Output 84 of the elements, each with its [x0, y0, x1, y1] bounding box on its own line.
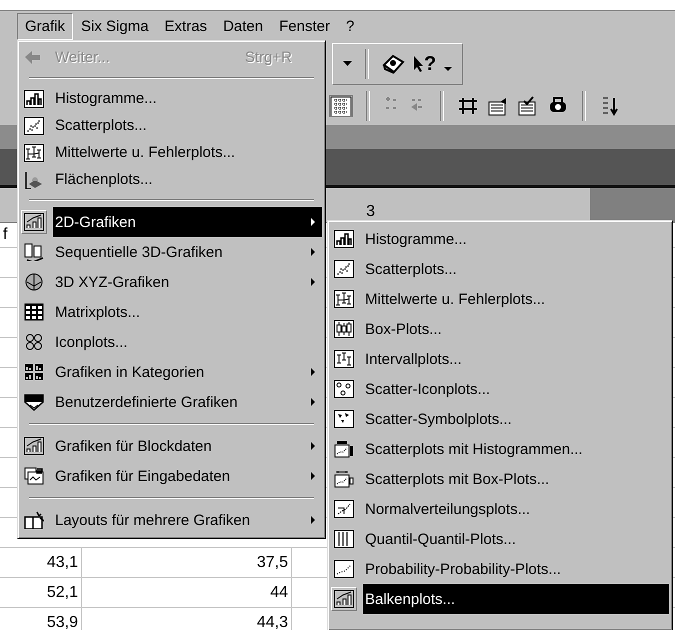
table-icon — [458, 96, 478, 116]
menu-item[interactable]: Mittelwerte u. Fehlerplots... — [331, 284, 669, 314]
bar-line-chart-icon — [24, 437, 44, 455]
table-cell: 37,5 — [82, 548, 292, 577]
menu-item[interactable]: Normalverteilungsplots... — [331, 494, 669, 524]
table-check-icon — [518, 96, 538, 116]
scatter-box-plot-icon — [334, 470, 354, 488]
menu-item[interactable]: Histogramme... — [331, 224, 669, 254]
quantile-plot-icon — [334, 530, 354, 548]
probability-plot-icon — [334, 560, 354, 578]
menu-item[interactable]: Histogramme... — [21, 85, 322, 112]
submenu-arrow-icon — [310, 278, 316, 286]
shield-icon — [24, 393, 44, 411]
table-cell: 53,9 — [0, 608, 82, 630]
table-edit-icon — [488, 96, 508, 116]
help-button[interactable]: ? — [413, 55, 436, 73]
menu-item[interactable]: Iconplots... — [21, 327, 322, 357]
menu-item[interactable]: Matrixplots... — [21, 297, 322, 327]
matrix-plot-icon — [24, 303, 44, 321]
menu-item[interactable]: Quantil-Quantil-Plots... — [331, 524, 669, 554]
menu-item[interactable]: Box-Plots... — [331, 314, 669, 344]
dropdown-arrow-icon — [343, 61, 353, 67]
menu-item[interactable]: Flächenplots... — [21, 166, 322, 193]
symbol-plot-icon — [334, 410, 354, 428]
menu-item[interactable]: 3D XYZ-Grafiken — [21, 267, 322, 297]
menu-bar-item[interactable]: Fenster — [271, 12, 338, 40]
column-header: 3 — [366, 202, 375, 222]
menu-item[interactable]: Scatterplots... — [21, 112, 322, 139]
bar-chart-icon — [24, 90, 44, 108]
table-cell: 44 — [82, 578, 292, 607]
bar-chart-icon — [334, 230, 354, 248]
layout-wand-icon — [24, 511, 44, 529]
menu-bar-item[interactable]: Six Sigma — [73, 12, 157, 40]
data-sheet-icon — [24, 467, 44, 485]
box-plot-icon — [334, 320, 354, 338]
error-bar-icon — [24, 144, 44, 162]
submenu-arrow-icon — [310, 218, 316, 226]
submenu-arrow-icon — [310, 442, 316, 450]
book-icon — [381, 53, 405, 75]
menu-item[interactable]: Grafiken für Blockdaten — [21, 431, 322, 461]
bar-line-chart-icon — [334, 590, 354, 608]
scatter-icon-plot-icon — [334, 380, 354, 398]
pointer-icon — [413, 55, 423, 73]
submenu-arrow-icon — [310, 248, 316, 256]
normal-probability-icon — [334, 500, 354, 518]
menu-item[interactable]: Benutzerdefinierte Grafiken — [21, 387, 322, 417]
interval-plot-icon — [334, 350, 354, 368]
menu-bar-item[interactable]: Extras — [156, 12, 216, 40]
table-cell: 52,1 — [0, 578, 82, 607]
category-grid-icon — [24, 363, 44, 381]
scatter-plot-icon — [24, 116, 44, 134]
scatter-histogram-icon — [334, 440, 354, 458]
menu-bar-item[interactable]: ? — [338, 12, 362, 40]
menu-item[interactable]: Scatterplots mit Histogrammen... — [331, 434, 669, 464]
dropdown-arrow-icon — [444, 66, 452, 72]
submenu-arrow-icon — [310, 516, 316, 524]
menu-item[interactable]: Intervallplots... — [331, 344, 669, 374]
menu-item[interactable]: Layouts für mehrere Grafiken — [21, 505, 322, 535]
menu-item[interactable]: Scatter-Symbolplots... — [331, 404, 669, 434]
table-cell: 43,1 — [0, 548, 82, 577]
grid-icon — [330, 96, 352, 116]
scatter-plot-icon — [334, 260, 354, 278]
menu-item[interactable]: Scatterplots mit Box-Plots... — [331, 464, 669, 494]
menu-item[interactable]: Scatterplots... — [331, 254, 669, 284]
submenu-arrow-icon — [310, 472, 316, 480]
surface-plot-icon — [24, 273, 44, 291]
icon-plot-icon — [24, 333, 44, 351]
3d-bars-icon — [24, 243, 44, 261]
sort-icon — [600, 96, 618, 116]
menu-item[interactable]: Probability-Probability-Plots... — [331, 554, 669, 584]
row-name: f — [3, 225, 8, 245]
table-cell: 44,3 — [82, 608, 292, 630]
submenu-arrow-icon — [310, 368, 316, 376]
menu-bar-item[interactable]: Grafik — [17, 12, 74, 40]
menu-item[interactable]: Mittelwerte u. Fehlerplots... — [21, 139, 322, 166]
menu-item[interactable]: Sequentielle 3D-Grafiken — [21, 237, 322, 267]
menu-item[interactable]: Scatter-Iconplots... — [331, 374, 669, 404]
menu-item[interactable]: Grafiken in Kategorien — [21, 357, 322, 387]
submenu-arrow-icon — [310, 398, 316, 406]
menu-bar-item[interactable]: Daten — [215, 12, 272, 40]
error-bar-icon — [334, 290, 354, 308]
area-plot-icon — [24, 170, 44, 188]
bar-line-chart-icon — [24, 213, 44, 231]
menu-item[interactable]: Grafiken für Eingabedaten — [21, 461, 322, 491]
